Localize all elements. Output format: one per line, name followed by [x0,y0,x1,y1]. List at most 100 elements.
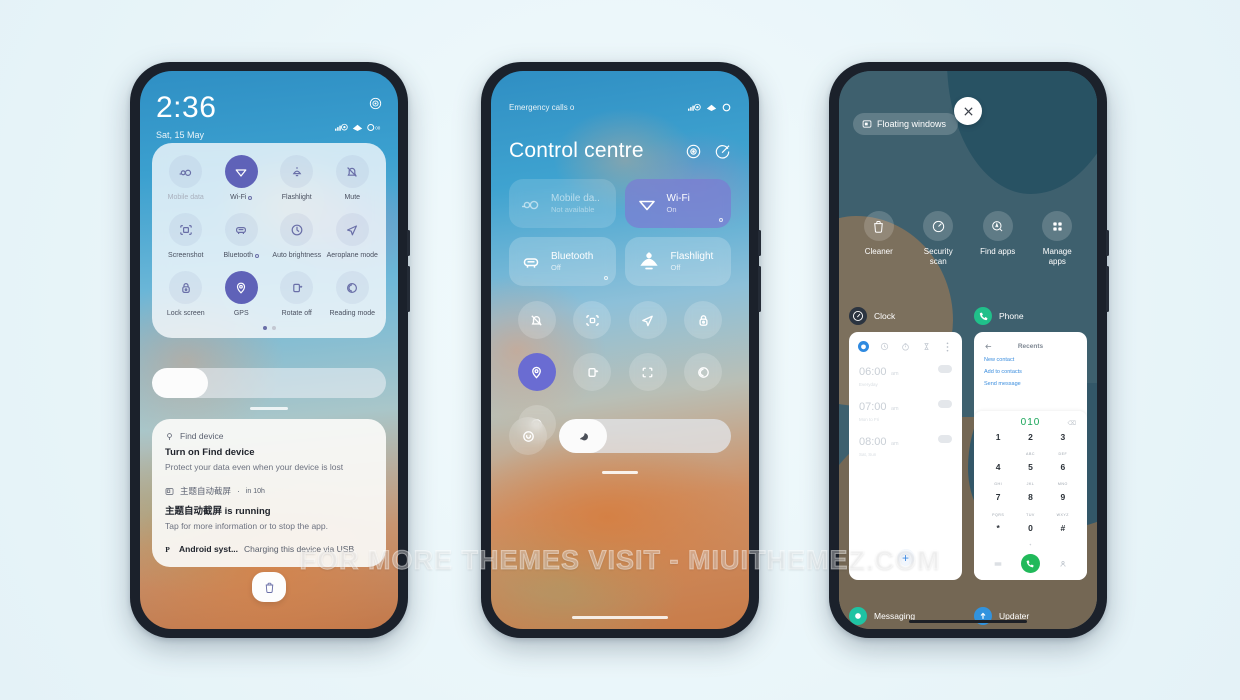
dial-key-3[interactable]: 3 DEF [1047,432,1079,460]
cc-small-rotate[interactable] [573,353,612,391]
pager-dot-2[interactable] [271,326,276,330]
tool-label: Cleaner [864,247,893,256]
dial-key-2[interactable]: 2 ABC [1014,432,1046,460]
tool-manage-apps[interactable]: Manage apps [1028,211,1088,267]
alarm-row[interactable]: 07:00 am Mon to Fri [849,387,962,422]
phone-2-screen: Emergency calls o Control centre Mobile … [491,71,749,629]
lock-icon [169,271,203,304]
dial-key-6[interactable]: 6 MNO [1047,462,1079,490]
brightness-slider[interactable] [559,419,731,453]
face-unlock-icon [369,97,382,115]
alarm-toggle[interactable] [938,435,952,443]
close-all-recents-button[interactable] [954,97,982,125]
dial-key-hash[interactable]: # [1047,523,1079,551]
cc-small-lock[interactable] [684,301,723,339]
phone-action-send-message[interactable]: Send message [974,375,1087,387]
dial-key-9[interactable]: 9 WXYZ [1047,492,1079,520]
pager-dot-1[interactable] [262,326,267,330]
mute-icon [335,155,369,188]
dial-key-0[interactable]: 0 + [1014,523,1046,551]
expand-dot-icon[interactable] [719,218,723,222]
stopwatch-icon[interactable] [900,341,911,352]
tool-find-apps[interactable]: Find apps [968,211,1028,267]
more-icon[interactable] [942,341,953,352]
recent-card-phone[interactable]: Phone Recents New contact Add to contact… [974,307,1087,580]
cc-tile-mobile-data[interactable]: Mobile da.. Not available [509,179,616,228]
cc-tile-bluetooth[interactable]: Bluetooth Off [509,237,616,286]
dial-key-8[interactable]: 8 TUV [1014,492,1046,520]
dial-key-5[interactable]: 5 JKL [1014,462,1046,490]
qs-tile-lock-screen[interactable]: Lock screen [158,271,214,317]
control-centre-drag-handle[interactable] [602,471,638,474]
contacts-icon[interactable] [1047,555,1079,573]
cc-tile-flashlight[interactable]: Flashlight Off [624,237,731,286]
alarm-repeat: Mon to Fri [859,417,880,422]
clock-icon[interactable] [879,341,890,352]
recent-window-clock[interactable]: 06:00 am Everyday 07:00 am Mon to Fri 08… [849,332,962,580]
dial-key-7[interactable]: 7 PQRS [982,492,1014,520]
alarm-toggle[interactable] [938,400,952,408]
qs-tile-auto-brightness[interactable]: Auto brightness [269,213,325,259]
recent-card-updater[interactable]: Updater [974,607,1087,629]
key-letters: GHI [994,482,1003,487]
expand-dot-icon[interactable] [248,195,253,200]
dial-key-1[interactable]: 1 [982,432,1014,460]
qs-tile-bluetooth[interactable]: Bluetooth [214,213,270,259]
expand-dot-icon[interactable] [255,253,260,258]
cc-small-aeroplane[interactable] [628,301,667,339]
add-alarm-button[interactable]: + [897,549,914,566]
qs-tile-mute[interactable]: Mute [325,155,381,201]
tool-label: Manage apps [1042,247,1072,266]
find-apps-icon [982,211,1013,241]
qs-tile-flashlight[interactable]: Flashlight [269,155,325,201]
notification-title[interactable]: Turn on Find device [165,447,373,458]
phone-3-screen: Floating windows Cleaner Security scan F… [839,71,1097,629]
home-indicator[interactable] [909,620,1027,623]
alarm-icon[interactable] [858,341,869,352]
floating-windows-chip[interactable]: Floating windows [853,113,959,135]
call-button[interactable] [1020,554,1040,573]
dial-key-4[interactable]: 4 GHI [982,462,1014,490]
cc-tile-text: Wi-Fi On [667,193,690,215]
home-indicator[interactable] [572,616,668,619]
notification-title-2[interactable]: 主题自动截屏 is running [165,503,373,517]
timer-icon[interactable] [921,341,932,352]
tool-cleaner[interactable]: Cleaner [849,211,909,267]
cc-small-mute[interactable] [517,301,556,339]
alarm-toggle[interactable] [938,365,952,373]
backspace-icon[interactable]: ⌫ [1068,420,1077,427]
brightness-slider[interactable] [152,368,386,398]
shade-drag-handle[interactable] [250,407,288,410]
phone-action-add-to-contacts[interactable]: Add to contacts [974,363,1087,375]
call-icon [1027,559,1035,567]
qs-tile-wifi[interactable]: Wi-Fi [214,155,270,201]
system-notification-row[interactable]: P Android syst... Charging this device v… [165,544,373,554]
cc-small-dark-mode-2[interactable] [509,417,547,455]
cc-small-location[interactable] [517,353,556,391]
expand-dot-icon[interactable] [603,276,608,280]
phone-action-new-contact[interactable]: New contact [974,351,1087,363]
qs-label: Flashlight [281,194,312,201]
cc-small-scan[interactable] [628,353,667,391]
tool-security-scan[interactable]: Security scan [909,211,969,267]
qs-tile-rotate-off[interactable]: Rotate off [269,271,325,317]
recent-window-phone[interactable]: Recents New contact Add to contacts Send… [974,332,1087,580]
qs-tile-gps[interactable]: GPS [214,271,270,317]
recent-card-clock[interactable]: Clock 06:00 am Everyday 07:00 am Mon to … [849,307,962,580]
keypad-icon[interactable] [982,555,1014,573]
qs-tile-reading-mode[interactable]: Reading mode [325,271,381,317]
clear-notifications-button[interactable] [252,572,286,602]
dial-key-star[interactable]: * [982,523,1014,551]
alarm-row[interactable]: 08:00 am Sat, Sun [849,422,962,457]
cc-tile-wifi[interactable]: Wi-Fi On [624,179,731,228]
qs-tile-screenshot[interactable]: Screenshot [158,213,214,259]
alarm-row[interactable]: 06:00 am Everyday [849,352,962,387]
recent-card-messaging[interactable]: Messaging New message Recipient 07502 18… [849,607,962,629]
brightness-slider-fill [559,419,608,453]
cc-small-reading-mode[interactable] [684,353,723,391]
qs-tile-aeroplane-mode[interactable]: Aeroplane mode [325,213,381,259]
svg-text:00: 00 [375,125,381,130]
cc-small-screenshot[interactable] [573,301,612,339]
quick-settings-pager[interactable] [158,317,380,332]
qs-tile-mobile-data[interactable]: Mobile data [158,155,214,201]
